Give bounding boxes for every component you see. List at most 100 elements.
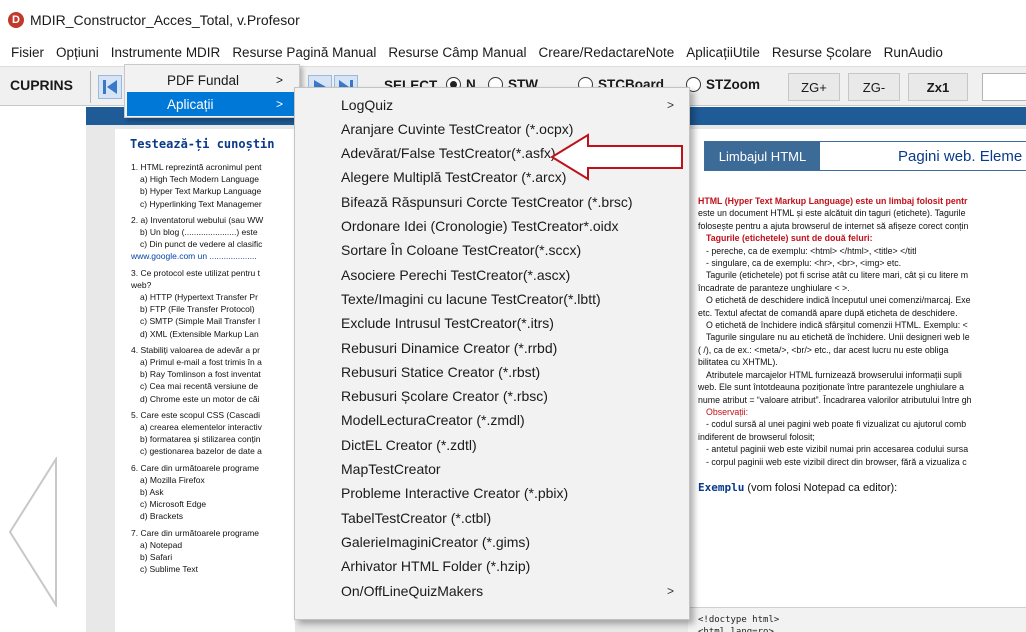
submenu-item[interactable]: Rebusuri Dinamice Creator (*.rrbd) [296,335,688,360]
lesson-tab[interactable]: Limbajul HTML [705,142,820,170]
lesson-line: Tagurile (etichetele) sunt de două felur… [706,233,873,244]
submenu-item[interactable]: Arhivator HTML Folder (*.hzip) [296,554,688,579]
quiz-questions: 1. HTML reprezintă acronimul pent a) High… [115,161,295,576]
chevron-right-icon: > [275,73,283,87]
quiz-line: c) Microsoft Edge [140,499,207,510]
quiz-line: a) crearea elementelor interactiv [140,422,262,433]
quiz-line: b) formatarea și stilizarea conțin [140,434,261,445]
submenu-item[interactable]: Rebusuri Statice Creator (*.rbst) [296,359,688,384]
lesson-header: Limbajul HTML Pagini web. Eleme [704,141,1026,171]
submenu-item-label: Rebusuri Școlare Creator (*.rbsc) [341,388,548,405]
quiz-line: www.google.com un .................... [131,250,295,262]
submenu-item[interactable]: Ordonare Idei (Cronologie) TestCreator*.… [296,214,688,239]
quiz-page: Testează-ți cunoștin 1. HTML reprezintă … [115,129,295,632]
quiz-line: d) XML (Extensible Markup Lan [140,328,259,339]
exemplu-text: (vom folosi Notepad ca editor): [744,481,898,494]
submenu-item-label: Aranjare Cuvinte TestCreator (*.ocpx) [341,120,574,137]
submenu-item-label: ModelLecturaCreator (*.zmdl) [341,412,525,429]
app-logo-icon: D [8,12,24,28]
quiz-line: b) FTP (File Transfer Protocol) [140,304,255,315]
menu-creare-redactare-note[interactable]: Creare/RedactareNote [532,43,680,62]
lesson-line: bilitatea cu XHTML). [698,357,778,368]
menu-run-audio[interactable]: RunAudio [878,43,949,62]
lesson-line: nume atribut = “valoare atribut”. Încadr… [698,394,972,405]
menu-resurse-scolare[interactable]: Resurse Școlare [766,43,878,62]
lesson-line: - antetul paginii web este vizibil numai… [706,444,969,455]
menu-bar: Fisier Opțiuni Instrumente MDIR Resurse … [0,40,1026,64]
exemplu-line: Exemplu (vom folosi Notepad ca editor): [698,481,1026,494]
lesson-line: Atributele marcajelor HTML furnizează br… [706,369,962,380]
menu-item-label: PDF Fundal [167,72,240,88]
submenu-item[interactable]: TabelTestCreator (*.ctbl) [296,505,688,530]
radio-stzoom-label: STZoom [706,77,760,92]
lesson-line: încadrate de paranteze unghiulare < >. [698,282,850,293]
chevron-right-icon: > [666,97,674,112]
lesson-line: Tagurile (etichetele) pot fi scrise atât… [706,270,969,281]
lesson-line: - codul sursă al unei pagini web poate f… [706,419,967,430]
quiz-link[interactable]: www.google.com un .................... [131,251,257,261]
menu-resurse-pagina-manual[interactable]: Resurse Pagină Manual [226,43,382,62]
submenu-item[interactable]: Asociere Perechi TestCreator(*.ascx) [296,262,688,287]
submenu-item[interactable]: MapTestCreator [296,457,688,482]
submenu-item-label: Sortare În Coloane TestCreator(*.sccx) [341,242,582,259]
submenu-item[interactable]: Bifează Răspunsuri Corcte TestCreator (*… [296,189,688,214]
menu-optiuni[interactable]: Opțiuni [50,43,105,62]
submenu-item-label: Asociere Perechi TestCreator(*.ascx) [341,266,571,283]
menu-aplicatii-utile[interactable]: AplicațiiUtile [680,43,766,62]
title-bar: D MDIR_Constructor_Acces_Total, v.Profes… [0,0,1026,40]
first-page-arrow-icon[interactable] [98,75,122,99]
quiz-line: c) Hyperlinking Text Managemer [140,198,262,209]
lesson-line: este un document HTML și este alcătuit d… [698,208,966,219]
submenu-item[interactable]: Sortare În Coloane TestCreator(*.sccx) [296,238,688,263]
zoom-reset-button[interactable]: Zx1 [908,73,968,101]
submenu-item-label: Rebusuri Statice Creator (*.rbst) [341,363,541,380]
menu-item-pdf-fundal[interactable]: PDF Fundal > [127,68,297,92]
lesson-line: - corpul paginii web este vizibil direct… [706,456,967,467]
menu-resurse-camp-manual[interactable]: Resurse Câmp Manual [382,43,532,62]
code-line: <!doctype html> [698,615,780,625]
quiz-line: c) gestionarea bazelor de date a [140,446,262,457]
quiz-line: c) SMTP (Simple Mail Transfer I [140,316,261,327]
instrumente-dropdown: PDF Fundal > Aplicații > [124,64,300,118]
submenu-item[interactable]: ModelLecturaCreator (*.zmdl) [296,408,688,433]
lesson-line: O etichetă de deschidere indică începutu… [706,295,971,306]
submenu-item[interactable]: DictEL Creator (*.zdtl) [296,432,688,457]
submenu-item-label: DictEL Creator (*.zdtl) [341,436,477,453]
previous-page-arrow-icon[interactable] [6,457,66,607]
zoom-out-button[interactable]: ZG- [848,73,900,101]
submenu-item-label: Bifează Răspunsuri Corcte TestCreator (*… [341,193,633,210]
submenu-item-label: LogQuiz [341,96,394,113]
submenu-item-label: GalerieImaginiCreator (*.gims) [341,533,531,550]
quiz-title: Testează-ți cunoștin [130,137,275,151]
quiz-line: a) HTTP (Hypertext Transfer Pr [140,292,258,303]
submenu-item-label: Adevărat/False TestCreator(*.asfx) [341,145,556,162]
toolbar-input[interactable] [982,73,1026,101]
submenu-item[interactable]: LogQuiz > [296,92,688,117]
menu-fisier[interactable]: Fisier [5,43,50,62]
submenu-item-label: Arhivator HTML Folder (*.hzip) [341,558,531,575]
html-lesson-page: Limbajul HTML Pagini web. Eleme HTML (Hy… [688,129,1026,632]
left-gutter [0,107,86,632]
submenu-item[interactable]: Rebusuri Școlare Creator (*.rbsc) [296,384,688,409]
menu-item-aplicatii[interactable]: Aplicații > [127,92,297,116]
submenu-item[interactable]: Exclude Intrusul TestCreator(*.itrs) [296,311,688,336]
quiz-line: b) Un blog (......................) este [140,227,258,238]
menu-item-label: Aplicații [167,96,214,112]
cuprins-button[interactable]: CUPRINS [10,77,73,93]
submenu-item-label: Texte/Imagini cu lacune TestCreator(*.lb… [341,290,601,307]
quiz-line: b) Hyper Text Markup Language [140,186,262,197]
quiz-line: 3. Ce protocol este utilizat pentru t [131,267,260,278]
radio-stzoom[interactable]: STZoom [686,77,760,92]
quiz-line: web? [131,279,152,290]
lesson-line: Observații: [706,406,749,417]
lesson-line: etc. Textul afectat de comandă apare dup… [698,307,958,318]
lesson-title: Pagini web. Eleme [898,147,1023,165]
submenu-item[interactable]: GalerieImaginiCreator (*.gims) [296,529,688,554]
submenu-item[interactable]: Probleme Interactive Creator (*.pbix) [296,481,688,506]
zoom-in-button[interactable]: ZG+ [788,73,840,101]
submenu-item[interactable]: Texte/Imagini cu lacune TestCreator(*.lb… [296,286,688,311]
submenu-item[interactable]: On/OffLineQuizMakers > [296,578,688,603]
menu-instrumente-mdir[interactable]: Instrumente MDIR [105,43,227,62]
quiz-line: a) Primul e-mail a fost trimis în a [140,357,262,368]
chevron-right-icon: > [666,583,674,598]
